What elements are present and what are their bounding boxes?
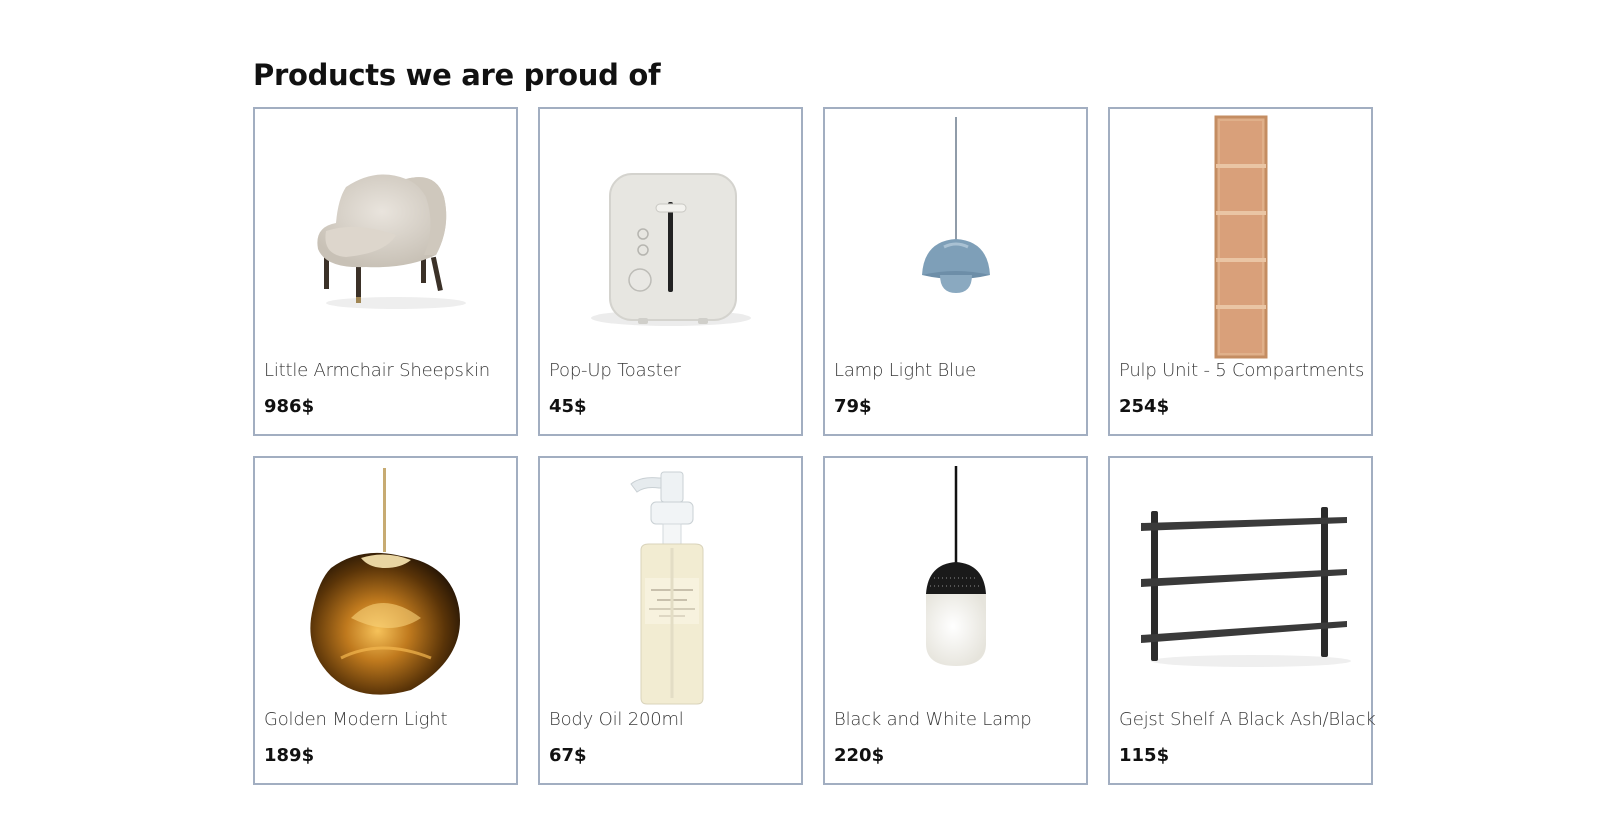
product-card[interactable]: Pop-Up Toaster 45$ — [538, 106, 803, 436]
product-image — [1110, 462, 1371, 710]
product-price: 67$ — [549, 744, 587, 766]
product-name: Body Oil 200ml — [549, 708, 684, 730]
toaster-icon — [590, 172, 751, 326]
product-price: 189$ — [264, 744, 315, 766]
product-card[interactable]: Black and White Lamp 220$ — [823, 455, 1088, 785]
product-price: 220$ — [834, 744, 885, 766]
product-image — [825, 113, 1086, 361]
product-name: Lamp Light Blue — [834, 359, 977, 381]
product-image — [255, 113, 516, 361]
product-price: 115$ — [1119, 744, 1170, 766]
pendant-lamp-blue-icon — [921, 116, 990, 293]
product-name: Gejst Shelf A Black Ash/Black — [1119, 708, 1376, 730]
product-card[interactable]: Golden Modern Light 189$ — [253, 455, 518, 785]
product-card[interactable]: Gejst Shelf A Black Ash/Black 115$ — [1108, 455, 1376, 785]
product-name: Pulp Unit - 5 Compartments — [1119, 359, 1365, 381]
product-image — [1110, 113, 1371, 361]
product-image — [255, 462, 516, 710]
black-white-lamp-icon — [925, 465, 986, 666]
product-card[interactable]: Little Armchair Sheepskin 986$ — [253, 106, 518, 436]
armchair-icon — [316, 174, 466, 309]
product-name: Black and White Lamp — [834, 708, 1032, 730]
product-name: Pop-Up Toaster — [549, 359, 681, 381]
product-image — [825, 462, 1086, 710]
product-price: 254$ — [1119, 395, 1170, 417]
product-image — [540, 462, 801, 710]
golden-lamp-icon — [309, 467, 460, 695]
product-card[interactable]: Body Oil 200ml 67$ — [538, 455, 803, 785]
products-section: Products we are proud of Little Armchair… — [253, 58, 1376, 785]
product-price: 45$ — [549, 395, 587, 417]
section-title: Products we are proud of — [253, 58, 661, 92]
product-card[interactable]: Lamp Light Blue 79$ — [823, 106, 1088, 436]
product-price: 79$ — [834, 395, 872, 417]
product-name: Golden Modern Light — [264, 708, 448, 730]
product-card[interactable]: Pulp Unit - 5 Compartments 254$ — [1108, 106, 1373, 436]
oil-bottle-icon — [629, 471, 703, 705]
shelf-unit-icon — [1214, 115, 1267, 359]
product-image — [540, 113, 801, 361]
product-price: 986$ — [264, 395, 315, 417]
product-name: Little Armchair Sheepskin — [264, 359, 490, 381]
product-grid: Little Armchair Sheepskin 986$ Pop-Up To… — [253, 106, 1376, 785]
wall-shelf-icon — [1140, 506, 1351, 667]
